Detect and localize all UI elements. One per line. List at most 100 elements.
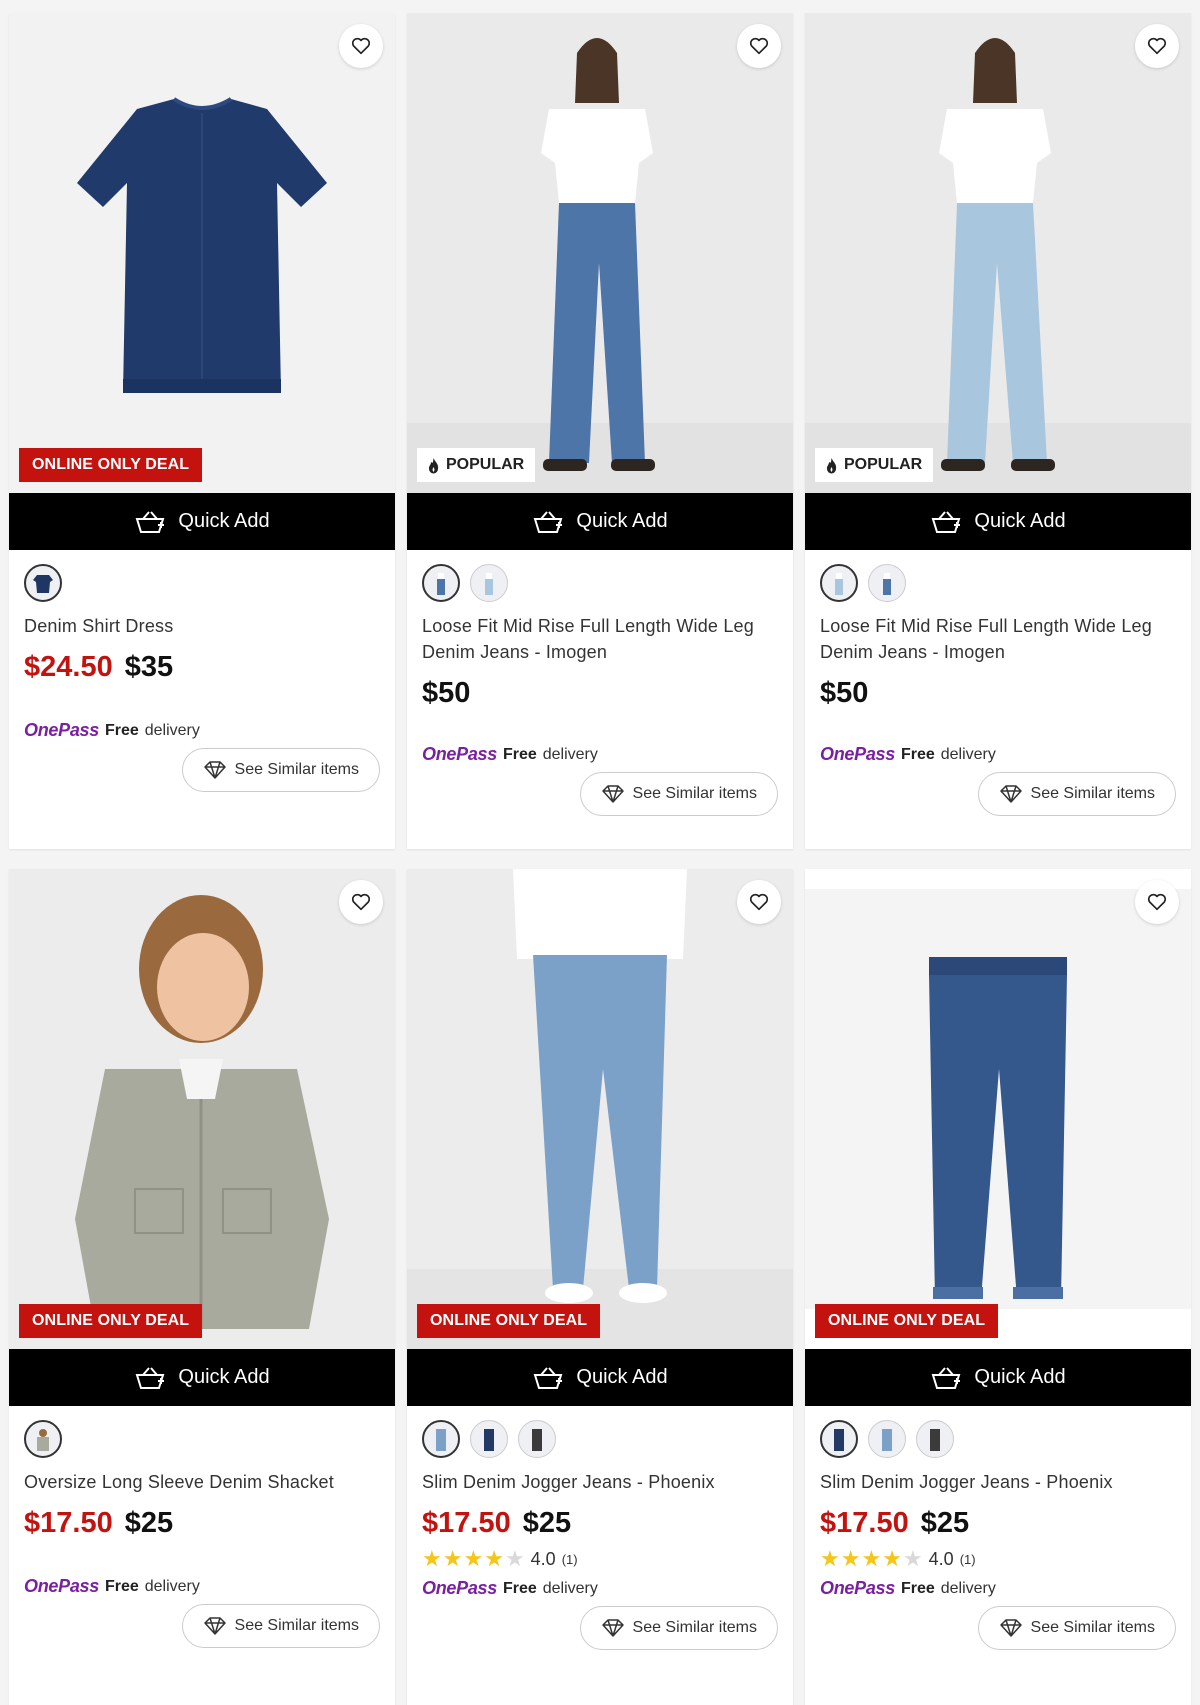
diamond-icon (203, 761, 226, 779)
original-price: $25 (920, 1507, 970, 1539)
color-swatch[interactable] (470, 564, 508, 602)
wishlist-heart-icon[interactable] (737, 24, 781, 68)
sale-price: $17.50 (422, 1507, 511, 1539)
wishlist-heart-icon[interactable] (339, 880, 383, 924)
color-swatch[interactable] (820, 1420, 858, 1458)
see-similar-button[interactable]: See Similar items (579, 772, 778, 816)
onepass-delivery: OnePass Free delivery (24, 1576, 200, 1596)
quick-add-label: Quick Add (178, 510, 270, 532)
color-swatch[interactable] (422, 564, 460, 602)
product-card[interactable]: ONLINE ONLY DEAL Quick Add Slim Denim Jo… (805, 869, 1191, 1705)
star-icon: ★ (820, 1546, 840, 1571)
onepass-logo: OnePass (820, 1578, 895, 1598)
price-value: $50 (820, 677, 869, 709)
basket-add-icon (932, 1366, 961, 1389)
color-swatches (422, 1420, 778, 1458)
basket-add-icon (932, 510, 961, 533)
product-image[interactable]: ONLINE ONLY DEAL (805, 869, 1191, 1349)
quick-add-button[interactable]: Quick Add (9, 1349, 395, 1406)
online-only-deal-badge: ONLINE ONLY DEAL (417, 1304, 601, 1338)
quick-add-button[interactable]: Quick Add (805, 493, 1191, 550)
color-swatch[interactable] (518, 1420, 556, 1458)
sale-price: $17.50 (820, 1507, 909, 1539)
quick-add-button[interactable]: Quick Add (407, 1349, 793, 1406)
color-swatch[interactable] (868, 564, 906, 602)
see-similar-button[interactable]: See Similar items (977, 772, 1176, 816)
product-name[interactable]: Oversize Long Sleeve Denim Shacket (24, 1469, 380, 1495)
color-swatches (422, 564, 778, 602)
basket-add-icon (136, 510, 165, 533)
product-name[interactable]: Denim Shirt Dress (24, 613, 380, 639)
popular-badge: POPULAR (417, 448, 536, 482)
star-icon: ★ (882, 1546, 902, 1571)
see-similar-button[interactable]: See Similar items (977, 1606, 1176, 1650)
see-similar-button[interactable]: See Similar items (181, 1604, 380, 1648)
product-name[interactable]: Slim Denim Jogger Jeans - Phoenix (422, 1469, 778, 1495)
price: $17.50 $25 (422, 1507, 778, 1540)
product-card[interactable]: ONLINE ONLY DEAL Quick Add Oversize Long… (9, 869, 395, 1705)
original-price: $25 (522, 1507, 572, 1539)
kid-jogger-model-image (407, 869, 793, 1349)
star-icon: ★ (422, 1546, 442, 1571)
quick-add-button[interactable]: Quick Add (9, 493, 395, 550)
product-card[interactable]: ONLINE ONLY DEAL Quick Add Denim Shirt D… (9, 13, 395, 849)
quick-add-label: Quick Add (974, 510, 1066, 532)
wishlist-heart-icon[interactable] (737, 880, 781, 924)
online-only-deal-badge: ONLINE ONLY DEAL (815, 1304, 999, 1338)
star-icon: ★ (442, 1546, 463, 1571)
product-image[interactable]: ONLINE ONLY DEAL (9, 869, 395, 1349)
color-swatch[interactable] (470, 1420, 508, 1458)
product-name[interactable]: Slim Denim Jogger Jeans - Phoenix (820, 1469, 1176, 1495)
product-image[interactable]: ONLINE ONLY DEAL (407, 869, 793, 1349)
product-grid: ONLINE ONLY DEAL Quick Add Denim Shirt D… (9, 13, 1191, 1705)
jogger-flat-image (805, 869, 1191, 1349)
price: $17.50 $25 (24, 1507, 380, 1540)
rating-count: (1) (959, 1551, 976, 1567)
product-card[interactable]: ONLINE ONLY DEAL Quick Add Slim Denim Jo… (407, 869, 793, 1705)
color-swatches (820, 564, 1176, 602)
onepass-delivery: OnePass Free delivery (24, 720, 200, 740)
color-swatch[interactable] (422, 1420, 460, 1458)
product-image[interactable]: POPULAR (805, 13, 1191, 493)
product-image[interactable]: POPULAR (407, 13, 793, 493)
see-similar-button[interactable]: See Similar items (579, 1606, 778, 1650)
product-name[interactable]: Loose Fit Mid Rise Full Length Wide Leg … (820, 613, 1176, 665)
price: $17.50 $25 (820, 1507, 1176, 1540)
diamond-icon (601, 785, 624, 803)
product-image[interactable]: ONLINE ONLY DEAL (9, 13, 395, 493)
product-card[interactable]: POPULAR Quick Add Loose Fit Mid Rise Ful… (407, 13, 793, 849)
color-swatch[interactable] (24, 1420, 62, 1458)
wishlist-heart-icon[interactable] (1135, 880, 1179, 924)
onepass-logo: OnePass (422, 1578, 497, 1598)
quick-add-label: Quick Add (974, 1366, 1066, 1388)
star-icon: ★ (504, 1546, 525, 1571)
color-swatch[interactable] (916, 1420, 954, 1458)
diamond-icon (999, 1619, 1022, 1637)
color-swatch[interactable] (868, 1420, 906, 1458)
quick-add-button[interactable]: Quick Add (407, 493, 793, 550)
diamond-icon (601, 1619, 624, 1637)
quick-add-label: Quick Add (178, 1366, 270, 1388)
wishlist-heart-icon[interactable] (339, 24, 383, 68)
product-name[interactable]: Loose Fit Mid Rise Full Length Wide Leg … (422, 613, 778, 665)
woman-light-jeans-image (805, 13, 1191, 493)
sale-price: $24.50 (24, 651, 113, 683)
basket-add-icon (534, 1366, 563, 1389)
price: $50 (422, 677, 778, 710)
see-similar-button[interactable]: See Similar items (181, 748, 380, 792)
woman-jeans-image (407, 13, 793, 493)
diamond-icon (203, 1617, 226, 1635)
star-rating: ★ ★ ★ ★ ★ (422, 1548, 525, 1570)
diamond-icon (999, 785, 1022, 803)
product-card[interactable]: POPULAR Quick Add Loose Fit Mid Rise Ful… (805, 13, 1191, 849)
onepass-delivery: OnePass Free delivery (820, 744, 996, 764)
color-swatch[interactable] (820, 564, 858, 602)
online-only-deal-badge: ONLINE ONLY DEAL (19, 1304, 203, 1338)
price: $50 (820, 677, 1176, 710)
color-swatch[interactable] (24, 564, 62, 602)
color-swatches (24, 1420, 380, 1458)
quick-add-button[interactable]: Quick Add (805, 1349, 1191, 1406)
flame-icon (826, 457, 837, 473)
wishlist-heart-icon[interactable] (1135, 24, 1179, 68)
basket-add-icon (534, 510, 563, 533)
